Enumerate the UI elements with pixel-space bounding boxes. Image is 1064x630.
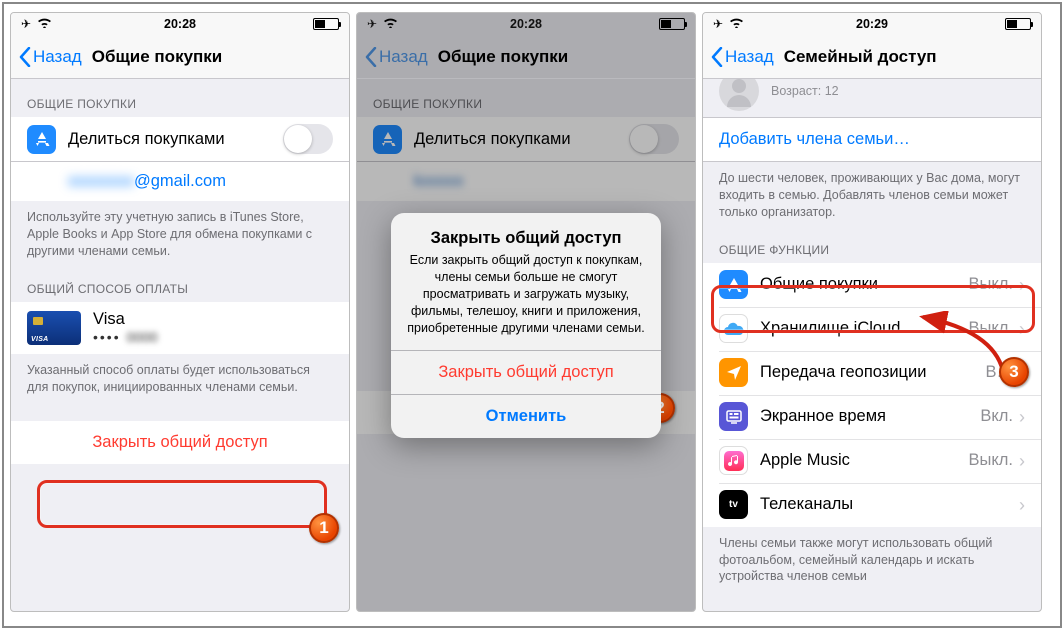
alert-title: Закрыть общий доступ bbox=[391, 213, 661, 252]
screentime-icon bbox=[719, 402, 748, 431]
wifi-icon bbox=[383, 17, 398, 31]
status-time: 20:28 bbox=[510, 17, 542, 31]
email-local-blurred: xxxxxxxx bbox=[68, 172, 134, 191]
section-header-purchases: ОБЩИЕ ПОКУПКИ bbox=[357, 79, 695, 117]
feature-label: Экранное время bbox=[760, 407, 980, 426]
appstore-icon bbox=[373, 125, 402, 154]
nav-bar: Назад Семейный доступ bbox=[703, 35, 1041, 79]
chevron-right-icon: › bbox=[1019, 320, 1025, 338]
feature-row-screentime[interactable]: Экранное времяВкл. › bbox=[703, 395, 1041, 439]
screenshot-3: ✈ 20:29 Назад Семейный доступ Возраст: 1… bbox=[702, 12, 1042, 612]
section-header-purchases: ОБЩИЕ ПОКУПКИ bbox=[11, 79, 349, 117]
feature-label: Apple Music bbox=[760, 451, 969, 470]
apple-tv-icon: tv bbox=[719, 490, 748, 519]
chevron-right-icon: › bbox=[1019, 496, 1025, 514]
share-purchases-toggle[interactable] bbox=[283, 124, 333, 154]
feature-row-tv[interactable]: tv Телеканалы › bbox=[703, 483, 1041, 527]
member-age: Возраст: 12 bbox=[771, 84, 839, 98]
visa-card-icon: VISA bbox=[27, 311, 81, 345]
airplane-icon: ✈ bbox=[367, 17, 377, 31]
status-bar: ✈ 20:29 bbox=[703, 13, 1041, 35]
status-time: 20:29 bbox=[856, 17, 888, 31]
status-bar: ✈ 20:28 bbox=[357, 13, 695, 35]
nav-bar: Назад Общие покупки bbox=[357, 35, 695, 79]
section-footer-2: Указанный способ оплаты будет использова… bbox=[11, 354, 349, 400]
confirm-alert: Закрыть общий доступ Если закрыть общий … bbox=[391, 213, 661, 438]
icloud-icon bbox=[719, 314, 748, 343]
feature-value: Вкл. bbox=[980, 407, 1013, 426]
chevron-right-icon: › bbox=[1019, 452, 1025, 470]
battery-icon bbox=[313, 18, 339, 30]
section-header-payment: ОБЩИЙ СПОСОБ ОПЛАТЫ bbox=[11, 264, 349, 302]
chevron-right-icon: › bbox=[1019, 408, 1025, 426]
apple-music-icon bbox=[719, 446, 748, 475]
section-header-shared-features: ОБЩИЕ ФУНКЦИИ bbox=[703, 225, 1041, 263]
alert-confirm-button[interactable]: Закрыть общий доступ bbox=[391, 350, 661, 394]
screenshot-2: ✈ 20:28 Назад Общие покупки ОБЩИЕ ПОКУПК… bbox=[356, 12, 696, 612]
feature-row-appstore[interactable]: Общие покупкиВыкл. › bbox=[703, 263, 1041, 307]
location-icon bbox=[719, 358, 748, 387]
features-footer: Члены семьи также могут использовать общ… bbox=[703, 527, 1041, 606]
battery-icon bbox=[659, 18, 685, 30]
page-title: Семейный доступ bbox=[784, 47, 937, 67]
appstore-icon bbox=[719, 270, 748, 299]
chevron-left-icon bbox=[365, 47, 377, 67]
back-button[interactable]: Назад bbox=[711, 47, 774, 67]
status-bar: ✈ 20:28 bbox=[11, 13, 349, 35]
feature-label: Передача геопозиции bbox=[760, 363, 985, 382]
step-badge-3: 3 bbox=[999, 357, 1029, 387]
apple-id-row: kxxxxx bbox=[357, 161, 695, 201]
feature-row-location[interactable]: Передача геопозицииВ…› bbox=[703, 351, 1041, 395]
wifi-icon bbox=[37, 17, 52, 31]
feature-value: Выкл. bbox=[969, 451, 1013, 470]
chevron-right-icon: › bbox=[1019, 276, 1025, 294]
share-purchases-row[interactable]: Делиться покупками bbox=[11, 117, 349, 161]
airplane-icon: ✈ bbox=[21, 17, 31, 31]
feature-row-icloud[interactable]: Хранилище iCloudВыкл. › bbox=[703, 307, 1041, 351]
battery-icon bbox=[1005, 18, 1031, 30]
share-purchases-label: Делиться покупками bbox=[68, 130, 283, 149]
page-title: Общие покупки bbox=[92, 47, 223, 67]
feature-value: Выкл. bbox=[969, 319, 1013, 338]
share-purchases-row: Делиться покупками bbox=[357, 117, 695, 161]
feature-label: Хранилище iCloud bbox=[760, 319, 969, 338]
step-badge-1: 1 bbox=[309, 513, 339, 543]
add-family-member-button[interactable]: Добавить члена семьи… bbox=[703, 117, 1041, 162]
back-button[interactable]: Назад bbox=[365, 47, 428, 67]
appstore-icon bbox=[27, 125, 56, 154]
family-footer: До шести человек, проживающих у Вас дома… bbox=[703, 162, 1041, 225]
section-footer-1: Используйте эту учетную запись в iTunes … bbox=[11, 201, 349, 264]
nav-bar: Назад Общие покупки bbox=[11, 35, 349, 79]
highlight-1 bbox=[37, 480, 327, 528]
feature-row-music[interactable]: Apple MusicВыкл. › bbox=[703, 439, 1041, 483]
apple-id-row[interactable]: xxxxxxxx@gmail.com bbox=[11, 161, 349, 201]
card-brand: Visa bbox=[93, 310, 158, 329]
feature-label: Общие покупки bbox=[760, 275, 969, 294]
chevron-left-icon bbox=[711, 47, 723, 67]
alert-cancel-button[interactable]: Отменить bbox=[391, 394, 661, 438]
wifi-icon bbox=[729, 17, 744, 31]
status-time: 20:28 bbox=[164, 17, 196, 31]
feature-label: Телеканалы bbox=[760, 495, 1013, 514]
back-button[interactable]: Назад bbox=[19, 47, 82, 67]
chevron-left-icon bbox=[19, 47, 31, 67]
stop-sharing-button[interactable]: Закрыть общий доступ bbox=[11, 421, 349, 464]
airplane-icon: ✈ bbox=[713, 17, 723, 31]
payment-method-row[interactable]: VISA Visa •••• 0000 bbox=[11, 302, 349, 354]
alert-message: Если закрыть общий доступ к покупкам, чл… bbox=[391, 252, 661, 350]
feature-value: Выкл. bbox=[969, 275, 1013, 294]
share-purchases-toggle bbox=[629, 124, 679, 154]
page-title: Общие покупки bbox=[438, 47, 569, 67]
screenshot-1: ✈ 20:28 Назад Общие покупки ОБЩИЕ ПОКУПК… bbox=[10, 12, 350, 612]
